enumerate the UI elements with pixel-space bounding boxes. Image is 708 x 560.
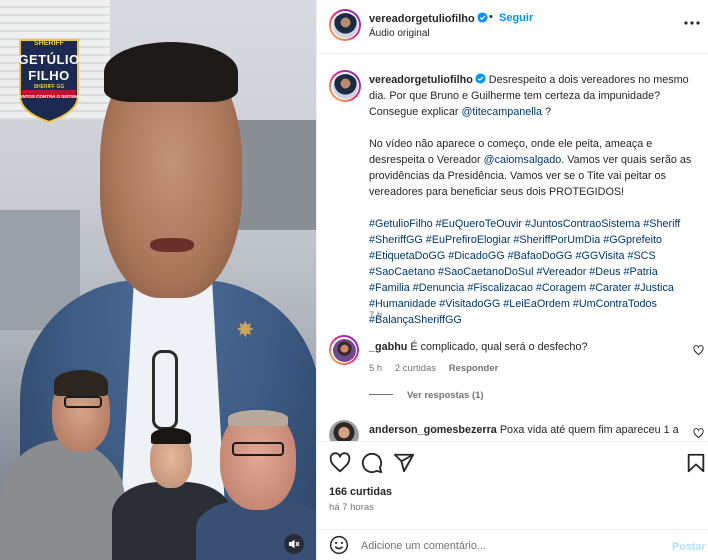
comment-heart-icon[interactable] (693, 428, 704, 439)
person-1-hair (54, 370, 108, 396)
comment-icon[interactable] (361, 452, 383, 474)
logo-name-line1: GETÚLIO (18, 52, 80, 67)
comment-body: É complicado, qual será o desfecho? (410, 341, 588, 353)
emoji-icon[interactable] (329, 535, 349, 555)
speaker-hair (104, 42, 238, 102)
logo-sub-text: SHERIFF GG (33, 84, 65, 90)
author-avatar[interactable] (329, 9, 361, 41)
share-icon[interactable] (393, 452, 415, 474)
add-comment-bar: Postar (317, 529, 708, 560)
person-1-glasses (64, 396, 102, 408)
comment-time: 5 h (369, 363, 383, 374)
speaker-mouth (150, 238, 194, 252)
mention-link-caiomsalgado[interactable]: @caiomsalgado (484, 154, 562, 166)
separator-dot: • (489, 11, 493, 23)
logo-motto: JUNTOS CONTRA O SISTEMA (16, 94, 82, 99)
commenter-avatar[interactable] (329, 420, 359, 441)
comments-scroll-area[interactable]: vereadorgetuliofilho Desrespeito a dois … (317, 54, 708, 441)
author-username-text[interactable]: vereadorgetuliofilho (369, 13, 475, 25)
post-header: vereadorgetuliofilho • Seguir Áudio orig… (317, 0, 708, 54)
commenter-username[interactable]: anderson_gomesbezerra (369, 424, 497, 436)
sheriff-star-pin-icon: ✸ (236, 318, 255, 343)
comment-input[interactable] (361, 536, 661, 556)
comment-likes[interactable]: 2 curtidas (395, 363, 436, 374)
reel-video[interactable]: ✸ SHERIFF GETÚLIO FILHO SHERIFF GG JUNTO… (0, 0, 316, 560)
caption-paragraph-1-end: ? (545, 106, 552, 118)
more-options-icon[interactable] (683, 16, 701, 30)
view-replies-button[interactable]: Ver respostas (1) (369, 390, 484, 401)
post-comment-button[interactable]: Postar (672, 541, 706, 553)
person-3-hair (228, 410, 288, 426)
verified-badge-icon (475, 73, 486, 84)
comment-heart-icon[interactable] (693, 345, 704, 356)
verified-badge-icon (477, 12, 488, 23)
comment-text: _gabhu É complicado, qual será o desfech… (369, 341, 689, 353)
post-actions: 166 curtidas há 7 horas (317, 441, 708, 519)
logo-name-line2: FILHO (28, 68, 70, 83)
post-sidebar: vereadorgetuliofilho • Seguir Áudio orig… (316, 0, 708, 560)
commenter-username[interactable]: _gabhu (369, 341, 407, 353)
commenter-avatar[interactable] (329, 335, 359, 365)
person-2-hair (151, 428, 191, 444)
bookmark-icon[interactable] (685, 452, 707, 474)
author-username[interactable]: vereadorgetuliofilho (369, 12, 488, 25)
comment-text: anderson_gomesbezerra Poxa vida até quem… (369, 424, 689, 436)
caption-author-avatar[interactable] (329, 70, 361, 102)
caption-hashtags[interactable]: #GetulioFilho #EuQueroTeOuvir #JuntosCon… (369, 216, 699, 328)
logo-sheriff-text: SHERIFF (34, 40, 64, 47)
comment-meta: 5 h 2 curtidas Responder (369, 363, 508, 374)
person-1-body (0, 440, 125, 560)
reply-button[interactable]: Responder (449, 363, 499, 374)
post-caption: vereadorgetuliofilho Desrespeito a dois … (369, 72, 699, 344)
view-replies-label[interactable]: Ver respostas (1) (407, 390, 484, 401)
audio-link[interactable]: Áudio original (369, 28, 430, 39)
follow-button[interactable]: Seguir (499, 12, 533, 24)
caption-username[interactable]: vereadorgetuliofilho (369, 74, 473, 86)
replies-line (369, 394, 393, 395)
person-3-glasses (232, 442, 284, 456)
glasses-in-pocket (152, 350, 178, 430)
shelf (232, 120, 316, 230)
mute-button[interactable] (284, 534, 304, 554)
caption-timestamp: 7 h (369, 310, 383, 321)
likes-count[interactable]: 166 curtidas (329, 486, 392, 498)
speaker-mute-icon (289, 539, 300, 549)
mention-link-titecampanella[interactable]: @titecampanella (461, 106, 542, 118)
heart-icon[interactable] (329, 452, 351, 474)
sheriff-logo: SHERIFF GETÚLIO FILHO SHERIFF GG JUNTOS … (16, 36, 82, 124)
post-time-ago[interactable]: há 7 horas (329, 502, 374, 513)
comment-body: Poxa vida até quem fim apareceu 1 a (499, 424, 679, 436)
